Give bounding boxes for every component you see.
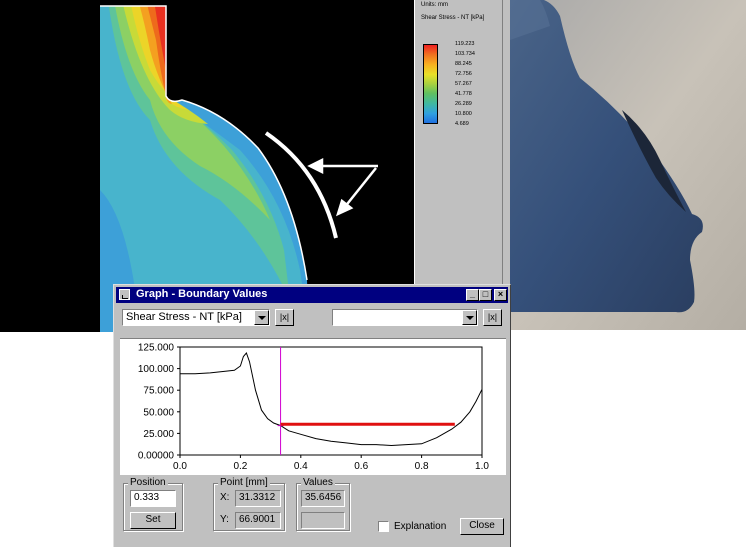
specimen-photo [510,0,746,330]
y-tick-label: 0.00000 [138,451,175,462]
maximize-button[interactable]: □ [479,289,492,301]
position-input[interactable]: 0.333 [130,490,176,507]
chevron-down-icon[interactable] [462,310,477,325]
window-title: Graph - Boundary Values [136,288,268,300]
abs-value-button-secondary[interactable]: |x| [483,309,502,326]
explanation-label: Explanation [394,521,447,532]
abs-value-button-primary[interactable]: |x| [275,309,294,326]
point-group-label: Point [mm] [218,477,270,488]
legend-color-bar [423,44,438,124]
x-tick-label: 0.4 [294,461,308,472]
position-group: Position 0.333 Set [123,477,183,531]
contour-plot [100,5,378,332]
value-primary: 35.6456 [301,490,345,507]
legend-tick: 41.778 [455,91,472,97]
value-secondary [301,512,345,529]
quantity-select-value: Shear Stress - NT [kPa] [126,311,242,323]
position-group-label: Position [128,477,168,488]
y-tick-label: 100.000 [138,364,175,375]
legend-tick: 88.245 [455,61,472,67]
close-button[interactable]: Close [460,518,504,535]
chevron-down-icon[interactable] [254,310,269,325]
point-x-value: 31.3312 [235,490,281,507]
legend-tick: 10.800 [455,111,472,117]
graph-app-icon [119,289,130,300]
x-tick-label: 0.6 [354,461,368,472]
units-label: Units: mm [421,2,448,8]
y-tick-label: 75.000 [143,386,174,397]
legend-tick: 57.267 [455,81,472,87]
graph-boundary-values-window[interactable]: Graph - Boundary Values _ □ × Shear Stre… [113,284,511,547]
x-tick-label: 0.8 [415,461,429,472]
minimize-button[interactable]: _ [466,289,479,301]
x-tick-label: 0.0 [173,461,187,472]
legend-tick: 119.223 [455,41,475,47]
secondary-quantity-select[interactable] [332,309,478,326]
y-tick-label: 125.000 [138,343,175,354]
close-window-button[interactable]: × [494,289,507,301]
legend-tick: 72.756 [455,71,472,77]
title-bar[interactable]: Graph - Boundary Values _ □ × [116,287,508,303]
legend-tick: 103.734 [455,51,475,57]
x-tick-label: 1.0 [475,461,489,472]
point-y-value: 66.9001 [235,512,281,529]
point-x-label: X: [220,492,230,503]
explanation-checkbox[interactable] [378,521,389,532]
point-group: Point [mm] X: 31.3312 Y: 66.9001 [213,477,285,531]
legend-quantity-label: Shear Stress - NT [kPa] [421,15,485,21]
y-tick-label: 25.000 [143,429,174,440]
panel-separator [502,0,510,332]
legend-panel: Units: mm Shear Stress - NT [kPa] 119.22… [414,0,502,332]
set-button[interactable]: Set [130,512,176,529]
quantity-select[interactable]: Shear Stress - NT [kPa] [122,309,270,326]
point-y-label: Y: [220,514,229,525]
y-tick-label: 50.000 [143,407,174,418]
legend-tick: 4.689 [455,121,469,127]
plot-frame [179,346,483,456]
legend-tick: 26.289 [455,101,472,107]
annotation-arrow [307,157,378,217]
values-group: Values 35.6456 [296,477,350,531]
boundary-values-chart[interactable]: 125.000 100.000 75.000 50.000 25.000 0.00000 0… [120,338,506,475]
x-tick-label: 0.2 [233,461,247,472]
series-line [180,352,483,447]
values-group-label: Values [301,477,335,488]
simulation-viewport[interactable] [0,0,414,332]
